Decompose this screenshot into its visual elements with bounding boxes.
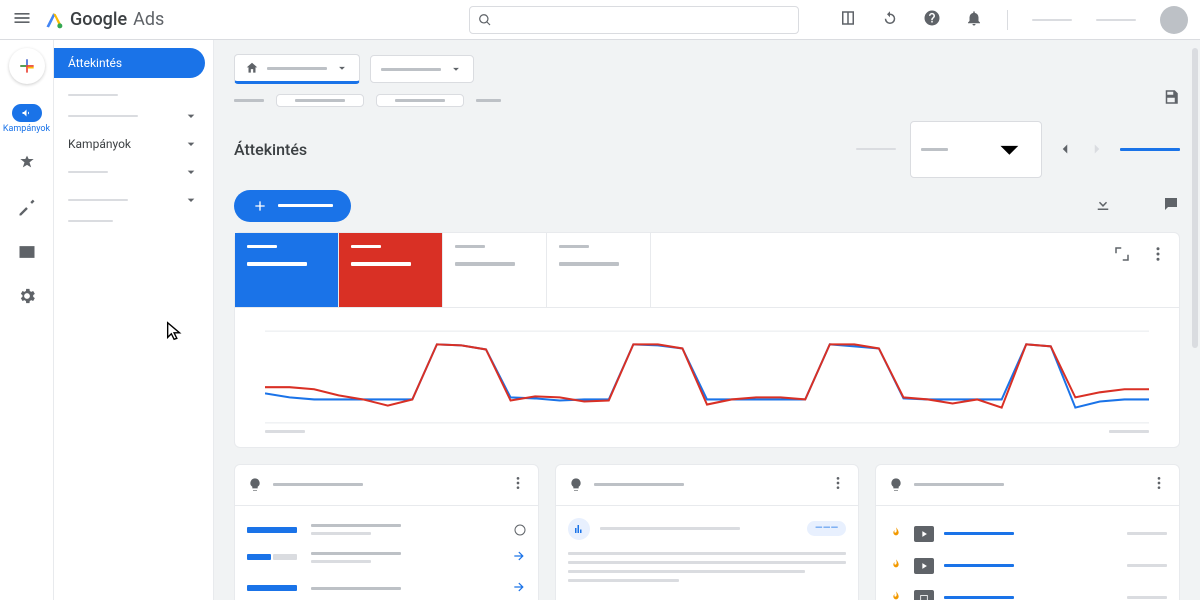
menu-icon[interactable] [12, 8, 32, 32]
sidebar-overview[interactable]: Áttekintés [54, 48, 205, 78]
metric-tab-2[interactable] [339, 233, 443, 307]
sidebar-campaigns[interactable]: Kampányok [54, 130, 213, 158]
create-button[interactable] [9, 48, 45, 84]
more-icon[interactable] [1151, 475, 1167, 495]
info-icon[interactable] [514, 524, 526, 536]
fire-icon [888, 558, 904, 574]
rail-campaigns[interactable]: Kampányok [3, 104, 50, 134]
video-item[interactable] [888, 518, 1167, 550]
prev-period-icon[interactable] [1056, 140, 1074, 158]
dropdown-icon [988, 128, 1031, 171]
main-content: Áttekintés [214, 40, 1200, 600]
more-icon[interactable] [510, 475, 526, 495]
search-icon [478, 13, 492, 27]
video-thumb [914, 558, 934, 574]
rail-settings-icon[interactable] [17, 286, 37, 310]
video-item[interactable] [888, 550, 1167, 582]
video-item[interactable] [888, 582, 1167, 600]
fire-icon [888, 526, 904, 542]
sidebar-item[interactable] [54, 158, 213, 186]
chevron-down-icon [183, 164, 199, 180]
campaign-selector[interactable] [370, 55, 474, 83]
scrollbar[interactable] [1192, 48, 1198, 348]
sidebar-item[interactable] [54, 214, 213, 228]
videos-card [875, 464, 1180, 600]
reports-icon[interactable] [839, 9, 857, 31]
line-chart [265, 326, 1149, 428]
filter-chip[interactable] [376, 94, 464, 107]
dropdown-icon [449, 62, 463, 76]
product-name: Google [70, 9, 127, 30]
refresh-icon[interactable] [881, 9, 899, 31]
account-text [1096, 19, 1136, 21]
metric-tab-3[interactable] [443, 233, 547, 307]
insight-badge: ——— [807, 521, 846, 536]
recommendation-item[interactable] [247, 542, 526, 573]
sidebar: Áttekintés Kampányok [54, 40, 214, 600]
filter-chip[interactable] [276, 94, 364, 107]
date-range-selector[interactable] [910, 121, 1042, 178]
search-field[interactable] [498, 12, 790, 27]
app-header: Google Ads [0, 0, 1200, 40]
insight-chart-icon [568, 518, 590, 540]
more-icon[interactable] [1149, 245, 1167, 267]
notifications-icon[interactable] [965, 9, 983, 31]
rail-goals-icon[interactable] [17, 154, 37, 178]
avatar[interactable] [1160, 6, 1188, 34]
page-title: Áttekintés [234, 140, 307, 159]
lightbulb-icon [247, 477, 263, 493]
product-sub: Ads [133, 9, 164, 30]
account-selector[interactable] [234, 54, 360, 84]
account-text [1032, 19, 1072, 21]
sidebar-item[interactable] [54, 102, 213, 130]
recommendations-card [234, 464, 539, 600]
sidebar-item[interactable] [54, 186, 213, 214]
download-icon[interactable] [1094, 195, 1112, 217]
save-view-icon[interactable] [1162, 88, 1180, 110]
chevron-down-icon [183, 108, 199, 124]
insights-card: ——— [555, 464, 860, 600]
rail-tools-icon[interactable] [17, 198, 37, 222]
left-rail: Kampányok [0, 40, 54, 600]
sidebar-item[interactable] [54, 88, 213, 102]
compare-toggle[interactable] [1120, 148, 1180, 151]
feedback-icon[interactable] [1162, 195, 1180, 217]
recommendation-item[interactable] [247, 573, 526, 600]
lightbulb-icon [568, 477, 584, 493]
home-icon [245, 61, 259, 75]
metric-tab-1[interactable] [235, 233, 339, 307]
divider [1007, 10, 1008, 30]
filter-row [234, 94, 1180, 107]
help-icon[interactable] [923, 9, 941, 31]
product-logo: Google Ads [44, 9, 164, 30]
chart-zoom-icon[interactable] [1113, 245, 1131, 267]
plus-icon [252, 198, 268, 214]
lightbulb-icon [888, 477, 904, 493]
chevron-down-icon [183, 136, 199, 152]
search-input[interactable] [469, 6, 799, 34]
rail-campaigns-label: Kampányok [3, 124, 50, 134]
performance-chart-card [234, 232, 1180, 448]
fire-icon [888, 590, 904, 600]
next-period-icon[interactable] [1088, 140, 1106, 158]
video-thumb [914, 526, 934, 542]
recommendation-item[interactable] [247, 518, 526, 542]
chevron-down-icon [183, 192, 199, 208]
date-label [856, 148, 896, 150]
new-campaign-button[interactable] [234, 190, 351, 222]
ad-thumb [914, 590, 934, 600]
metric-tab-4[interactable] [547, 233, 651, 307]
more-icon[interactable] [830, 475, 846, 495]
dropdown-icon [335, 61, 349, 75]
rail-billing-icon[interactable] [17, 242, 37, 266]
